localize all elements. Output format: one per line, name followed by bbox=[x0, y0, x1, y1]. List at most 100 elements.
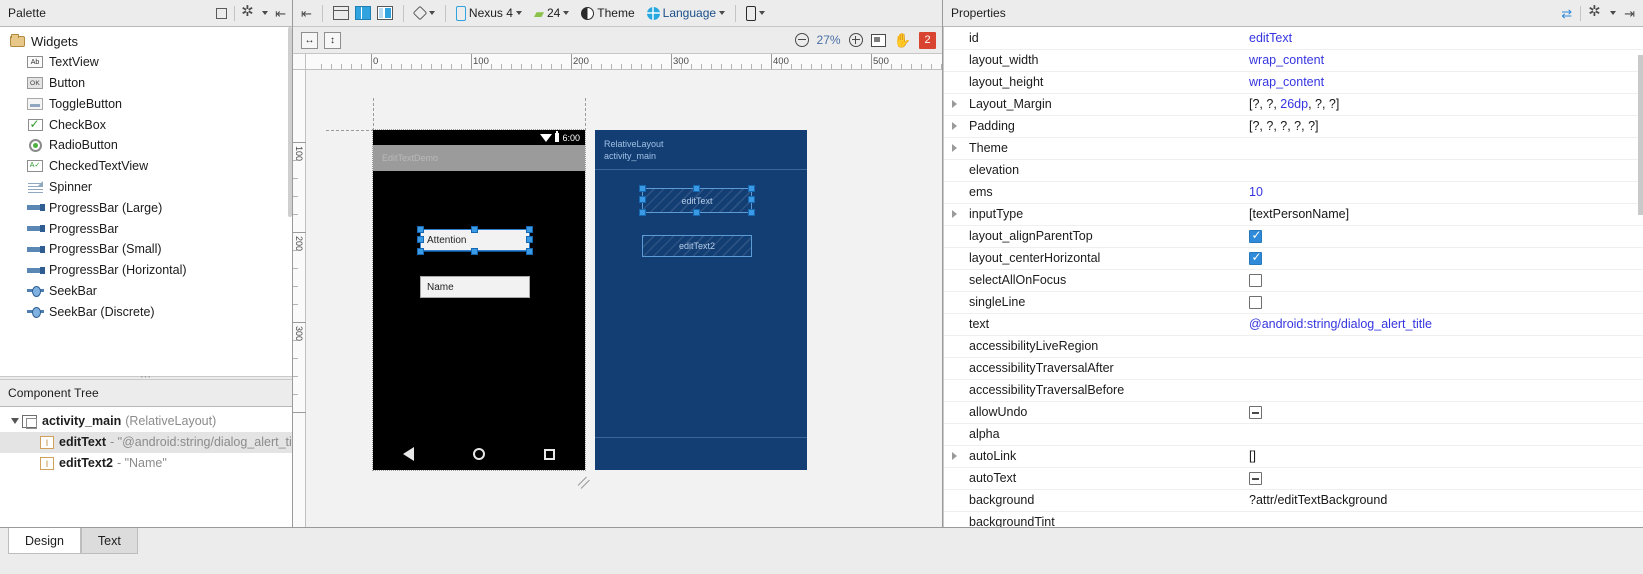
resize-handle-s[interactable] bbox=[471, 248, 478, 255]
zoom-out-icon[interactable] bbox=[794, 33, 809, 47]
theme-selector[interactable]: Theme bbox=[581, 6, 635, 20]
expander-cell[interactable] bbox=[943, 115, 965, 138]
checkbox-indeterminate[interactable] bbox=[1249, 472, 1262, 486]
property-row-text[interactable]: text @android:string/dialog_alert_title bbox=[943, 313, 1643, 336]
swap-icon[interactable]: ⇄ bbox=[1561, 7, 1572, 20]
design-stage[interactable]: 6:00 EditTextDemo Attention Name Relativ… bbox=[306, 70, 942, 527]
property-row-layout-width[interactable]: layout_width wrap_content bbox=[943, 49, 1643, 72]
property-row-layout-margin[interactable]: Layout_Margin [?, ?, 26dp, ?, ?] bbox=[943, 93, 1643, 116]
palette-scrollbar[interactable] bbox=[288, 27, 292, 217]
zoom-in-icon[interactable] bbox=[848, 33, 863, 47]
tree-node-edittext[interactable]: I editText - "@android:string/dialog_ale… bbox=[0, 431, 292, 453]
pan-hand-icon[interactable]: ✋ bbox=[894, 33, 911, 47]
property-row-accessibilitytraversalbefore[interactable]: accessibilityTraversalBefore bbox=[943, 379, 1643, 402]
expand-toggle[interactable] bbox=[8, 418, 22, 425]
palette-item-progressbar-large[interactable]: ProgressBar (Large) bbox=[0, 197, 292, 218]
property-value[interactable] bbox=[1245, 247, 1643, 270]
device-selector[interactable]: Nexus 4 bbox=[455, 5, 522, 21]
tab-design[interactable]: Design bbox=[8, 528, 81, 554]
gear-icon[interactable] bbox=[1588, 2, 1602, 20]
warning-badge[interactable]: 2 bbox=[919, 31, 936, 49]
expander-cell[interactable] bbox=[943, 445, 965, 468]
collapse-left-icon[interactable]: ⇤ bbox=[301, 7, 312, 20]
resize-handle-w[interactable] bbox=[417, 236, 424, 243]
resize-handle-n[interactable] bbox=[471, 226, 478, 233]
zoom-to-fit-icon[interactable] bbox=[870, 33, 886, 47]
bp-resize-handle-nw[interactable] bbox=[639, 185, 646, 192]
language-selector[interactable]: Language bbox=[646, 6, 726, 20]
recents-nav-icon[interactable] bbox=[544, 448, 556, 460]
blueprint-preview[interactable]: RelativeLayout activity_main editText ed… bbox=[595, 130, 807, 470]
property-row-id[interactable]: id editText bbox=[943, 27, 1643, 50]
expander-cell[interactable] bbox=[943, 93, 965, 116]
property-value[interactable]: [?, ?, 26dp, ?, ?] bbox=[1245, 93, 1643, 116]
palette-item-checkedtextview[interactable]: A✓ CheckedTextView bbox=[0, 156, 292, 177]
rendered-edittext2[interactable]: Name bbox=[420, 276, 530, 298]
property-value[interactable] bbox=[1245, 137, 1643, 160]
property-row-backgroundtint[interactable]: backgroundTint bbox=[943, 511, 1643, 527]
expander-cell[interactable] bbox=[943, 137, 965, 160]
device-class-selector[interactable] bbox=[746, 5, 766, 21]
property-row-ems[interactable]: ems 10 bbox=[943, 181, 1643, 204]
property-value[interactable]: @android:string/dialog_alert_title bbox=[1245, 313, 1643, 336]
property-row-background[interactable]: background ?attr/editTextBackground bbox=[943, 489, 1643, 512]
property-row-layout-height[interactable]: layout_height wrap_content bbox=[943, 71, 1643, 94]
palette-item-radiobutton[interactable]: RadioButton bbox=[0, 135, 292, 156]
property-value[interactable]: 10 bbox=[1245, 181, 1643, 204]
resize-handle-sw[interactable] bbox=[417, 248, 424, 255]
property-value[interactable]: [textPersonName] bbox=[1245, 203, 1643, 226]
blueprint-edittext2[interactable]: editText2 bbox=[642, 235, 752, 257]
property-row-elevation[interactable]: elevation bbox=[943, 159, 1643, 182]
property-value[interactable] bbox=[1245, 423, 1643, 446]
checkbox-unchecked[interactable] bbox=[1249, 274, 1262, 288]
property-row-layout-alignparenttop[interactable]: layout_alignParentTop bbox=[943, 225, 1643, 248]
palette-item-seekbar-discrete[interactable]: SeekBar (Discrete) bbox=[0, 301, 292, 322]
property-value[interactable] bbox=[1245, 401, 1643, 424]
property-value[interactable] bbox=[1245, 159, 1643, 182]
palette-list[interactable]: Widgets Ab TextView OK Button ToggleButt… bbox=[0, 27, 292, 376]
property-row-singleline[interactable]: singleLine bbox=[943, 291, 1643, 314]
property-row-layout-centerhorizontal[interactable]: layout_centerHorizontal bbox=[943, 247, 1643, 270]
resize-handle-nw[interactable] bbox=[417, 226, 424, 233]
collapse-left-icon[interactable]: ⇤ bbox=[275, 7, 286, 20]
property-value[interactable] bbox=[1245, 291, 1643, 314]
device-screen-body[interactable]: Attention Name bbox=[373, 171, 585, 470]
property-value[interactable] bbox=[1245, 335, 1643, 358]
property-row-padding[interactable]: Padding [?, ?, ?, ?, ?] bbox=[943, 115, 1643, 138]
both-modes-icon[interactable] bbox=[376, 6, 393, 20]
bp-resize-handle-s[interactable] bbox=[693, 209, 700, 216]
property-value[interactable] bbox=[1245, 511, 1643, 527]
property-value[interactable]: wrap_content bbox=[1245, 49, 1643, 72]
palette-item-progressbar-horizontal[interactable]: ProgressBar (Horizontal) bbox=[0, 260, 292, 281]
property-value[interactable]: editText bbox=[1245, 27, 1643, 50]
property-value[interactable] bbox=[1245, 467, 1643, 490]
property-row-theme[interactable]: Theme bbox=[943, 137, 1643, 160]
api-selector[interactable]: ▰ 24 bbox=[534, 6, 570, 20]
tab-text[interactable]: Text bbox=[80, 528, 138, 554]
collapse-right-icon[interactable]: ⇥ bbox=[1624, 7, 1635, 20]
component-tree[interactable]: activity_main (RelativeLayout) I editTex… bbox=[0, 406, 292, 527]
property-row-autolink[interactable]: autoLink [] bbox=[943, 445, 1643, 468]
properties-scrollbar[interactable] bbox=[1638, 55, 1643, 215]
property-value[interactable]: [] bbox=[1245, 445, 1643, 468]
bp-resize-handle-sw[interactable] bbox=[639, 209, 646, 216]
fit-width-icon[interactable]: ↔ bbox=[301, 31, 318, 49]
property-row-accessibilityliveregion[interactable]: accessibilityLiveRegion bbox=[943, 335, 1643, 358]
palette-item-progressbar[interactable]: ProgressBar bbox=[0, 218, 292, 239]
property-row-autotext[interactable]: autoText bbox=[943, 467, 1643, 490]
property-value[interactable]: ?attr/editTextBackground bbox=[1245, 489, 1643, 512]
checkbox-checked[interactable] bbox=[1249, 228, 1262, 244]
bp-resize-handle-ne[interactable] bbox=[748, 185, 755, 192]
copy-icon[interactable] bbox=[216, 7, 228, 19]
property-row-allowundo[interactable]: allowUndo bbox=[943, 401, 1643, 424]
palette-item-togglebutton[interactable]: ToggleButton bbox=[0, 93, 292, 114]
bp-resize-handle-se[interactable] bbox=[748, 209, 755, 216]
resize-handle-se[interactable] bbox=[526, 248, 533, 255]
chevron-down-icon[interactable] bbox=[262, 11, 269, 15]
checkbox-unchecked[interactable] bbox=[1249, 296, 1262, 310]
palette-item-progressbar-small[interactable]: ProgressBar (Small) bbox=[0, 239, 292, 260]
palette-item-seekbar[interactable]: SeekBar bbox=[0, 281, 292, 302]
property-row-selectallonfocus[interactable]: selectAllOnFocus bbox=[943, 269, 1643, 292]
bp-resize-handle-w[interactable] bbox=[639, 196, 646, 203]
expander-cell[interactable] bbox=[943, 203, 965, 226]
